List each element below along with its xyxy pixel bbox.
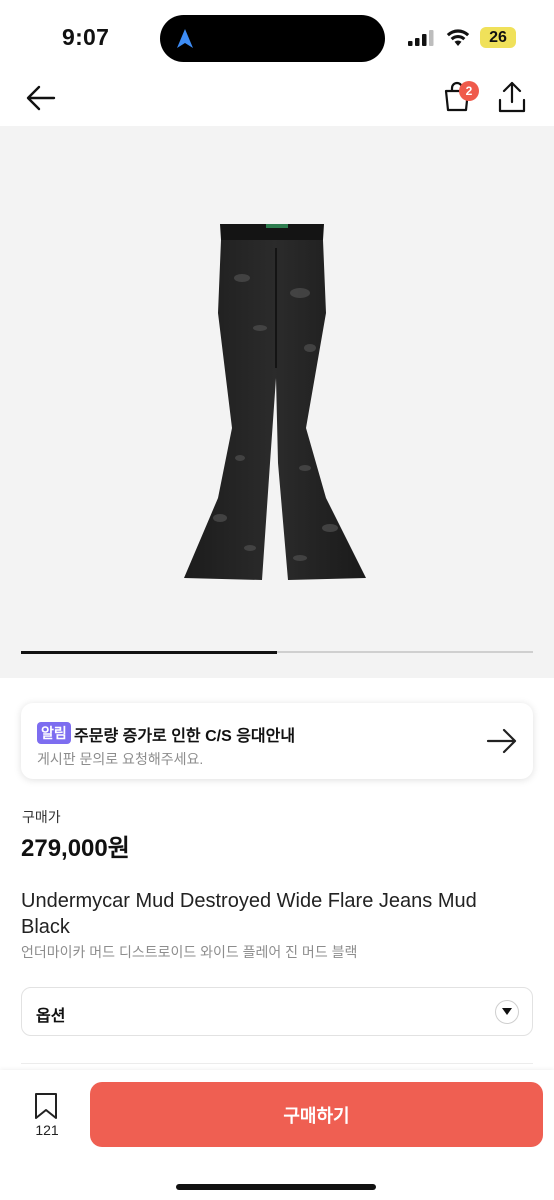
bookmark-icon[interactable] bbox=[34, 1092, 58, 1120]
chevron-down-icon bbox=[495, 1000, 519, 1024]
price-label: 구매가 bbox=[22, 809, 61, 825]
wifi-icon bbox=[446, 29, 470, 46]
status-time: 9:07 bbox=[62, 24, 110, 50]
notice-title: 주문량 증가로 인한 C/S 응대안내 bbox=[74, 728, 296, 745]
notice-badge: 알림 bbox=[37, 722, 71, 744]
product-title: Undermycar Mud Destroyed Wide Flare Jean… bbox=[21, 890, 477, 938]
jeans-image bbox=[184, 224, 366, 580]
gallery-progress-fill bbox=[21, 650, 277, 654]
top-navigation: 2 bbox=[0, 70, 554, 126]
option-label: 옵션 bbox=[36, 1008, 66, 1025]
notice-subtitle: 게시판 문의로 요청해주세요. bbox=[37, 751, 204, 767]
product-title-korean: 언더마이카 머드 디스트로이드 와이드 플레어 진 머드 블랙 bbox=[21, 944, 358, 960]
notice-banner[interactable]: 알림 주문량 증가로 인한 C/S 응대안내 게시판 문의로 요청해주세요. bbox=[21, 703, 533, 779]
share-icon[interactable] bbox=[496, 80, 528, 114]
arrow-left-icon[interactable] bbox=[24, 82, 58, 114]
option-select[interactable]: 옵션 bbox=[21, 987, 533, 1036]
arrow-right-icon[interactable] bbox=[485, 727, 519, 755]
price-value: 279,000원 bbox=[21, 835, 130, 862]
bottom-action-bar: 121 구매하기 bbox=[0, 1070, 554, 1200]
divider bbox=[21, 1063, 533, 1064]
home-indicator bbox=[176, 1184, 376, 1190]
battery-icon: 26 bbox=[480, 27, 516, 48]
bookmark-count: 121 bbox=[35, 1122, 59, 1138]
buy-button[interactable]: 구매하기 bbox=[90, 1082, 543, 1147]
signal-icon bbox=[408, 30, 434, 46]
status-bar: 9:07 26 bbox=[0, 0, 554, 70]
location-arrow-icon bbox=[177, 29, 193, 48]
cart-count-badge: 2 bbox=[459, 81, 479, 101]
product-image-gallery[interactable] bbox=[0, 126, 554, 678]
gallery-progress bbox=[21, 650, 533, 654]
